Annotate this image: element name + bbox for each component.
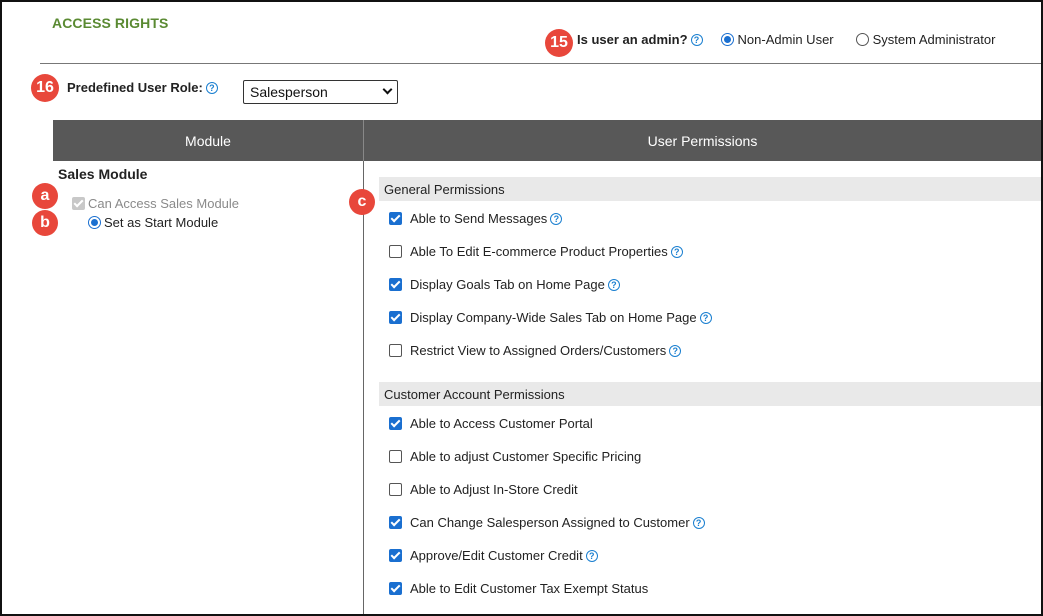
admin-question-label: Is user an admin? xyxy=(577,32,688,47)
checkbox-checked-icon[interactable] xyxy=(389,549,402,562)
group-header-general: General Permissions xyxy=(379,177,1041,201)
permission-label: Display Company-Wide Sales Tab on Home P… xyxy=(410,310,697,325)
can-access-module-checkbox[interactable]: Can Access Sales Module xyxy=(72,196,239,211)
permissions-column-header: User Permissions xyxy=(647,133,758,149)
checkbox-checked-icon[interactable] xyxy=(389,311,402,324)
help-icon[interactable]: ? xyxy=(550,212,563,225)
module-name: Sales Module xyxy=(58,166,148,182)
permission-row[interactable]: Approve/Edit Customer Credit ? xyxy=(389,548,598,563)
help-icon[interactable]: ? xyxy=(699,311,712,324)
role-select-value: Salesperson xyxy=(250,84,328,100)
permission-row[interactable]: Able to Send Messages ? xyxy=(389,211,563,226)
help-icon[interactable]: ? xyxy=(690,33,703,46)
permission-label: Approve/Edit Customer Credit xyxy=(410,548,583,563)
checkbox-checked-icon[interactable] xyxy=(389,516,402,529)
start-module-label: Set as Start Module xyxy=(104,215,219,230)
radio-selected-icon[interactable] xyxy=(720,33,734,46)
permission-label: Display Goals Tab on Home Page xyxy=(410,277,605,292)
help-icon[interactable]: ? xyxy=(692,516,705,529)
system-admin-radio[interactable]: System Administrator xyxy=(855,32,996,47)
non-admin-radio[interactable]: Non-Admin User xyxy=(720,32,834,47)
permission-label: Able to Send Messages xyxy=(410,211,548,226)
callout-badge-b: b xyxy=(32,210,58,236)
checkbox-checked-icon[interactable] xyxy=(389,582,402,595)
permission-row[interactable]: Restrict View to Assigned Orders/Custome… xyxy=(389,343,682,358)
permission-label: Able to adjust Customer Specific Pricing xyxy=(410,449,642,464)
permission-label: Restrict View to Assigned Orders/Custome… xyxy=(410,343,667,358)
permission-label: Able To Edit E-commerce Product Properti… xyxy=(410,244,668,259)
help-icon[interactable]: ? xyxy=(670,245,683,258)
module-column-header: Module xyxy=(185,133,231,149)
permission-label: Able to Access Customer Portal xyxy=(410,416,593,431)
callout-badge-15: 15 xyxy=(545,29,573,57)
permission-row[interactable]: Display Company-Wide Sales Tab on Home P… xyxy=(389,310,712,325)
chevron-down-icon xyxy=(382,84,393,95)
permission-row[interactable]: Able to Edit Customer Tax Exempt Status xyxy=(389,581,648,596)
permission-label: Able to Adjust In-Store Credit xyxy=(410,482,578,497)
help-icon[interactable]: ? xyxy=(205,82,218,94)
callout-badge-16: 16 xyxy=(31,74,59,102)
checkbox-unchecked-icon[interactable] xyxy=(389,344,402,357)
role-label: Predefined User Role:? xyxy=(67,80,218,95)
group-header-customer-account: Customer Account Permissions xyxy=(379,382,1041,406)
start-module-radio[interactable]: Set as Start Module xyxy=(88,215,218,230)
checkbox-checked-icon[interactable] xyxy=(389,278,402,291)
permission-row[interactable]: Able to adjust Customer Specific Pricing xyxy=(389,449,641,464)
checkbox-unchecked-icon[interactable] xyxy=(389,483,402,496)
system-admin-label: System Administrator xyxy=(872,32,996,47)
help-icon[interactable]: ? xyxy=(585,549,598,562)
section-divider xyxy=(40,63,1041,64)
help-icon[interactable]: ? xyxy=(607,278,620,291)
permission-row[interactable]: Able To Edit E-commerce Product Properti… xyxy=(389,244,683,259)
admin-question-row: Is user an admin? ? Non-Admin User Syste… xyxy=(577,32,995,47)
non-admin-label: Non-Admin User xyxy=(737,32,834,47)
table-header: Module User Permissions xyxy=(53,120,1041,161)
can-access-module-label: Can Access Sales Module xyxy=(88,196,240,211)
callout-badge-a: a xyxy=(32,183,58,209)
column-divider xyxy=(363,161,364,614)
help-icon[interactable]: ? xyxy=(669,344,682,357)
permission-row[interactable]: Able to Adjust In-Store Credit xyxy=(389,482,578,497)
checkbox-checked-icon[interactable] xyxy=(389,417,402,430)
permission-label: Can Change Salesperson Assigned to Custo… xyxy=(410,515,690,530)
checkbox-disabled-icon[interactable] xyxy=(72,197,85,210)
role-select[interactable]: Salesperson xyxy=(243,80,398,104)
radio-unselected-icon[interactable] xyxy=(855,33,869,46)
permission-row[interactable]: Display Goals Tab on Home Page ? xyxy=(389,277,620,292)
section-title: ACCESS RIGHTS xyxy=(52,15,169,31)
role-label-text: Predefined User Role: xyxy=(67,80,203,95)
callout-badge-c: c xyxy=(349,189,375,215)
radio-selected-icon[interactable] xyxy=(88,216,101,229)
checkbox-checked-icon[interactable] xyxy=(389,212,402,225)
checkbox-unchecked-icon[interactable] xyxy=(389,450,402,463)
permission-label: Able to Edit Customer Tax Exempt Status xyxy=(410,581,649,596)
access-rights-panel: ACCESS RIGHTS 15 Is user an admin? ? Non… xyxy=(0,0,1043,616)
permission-row[interactable]: Can Change Salesperson Assigned to Custo… xyxy=(389,515,705,530)
checkbox-unchecked-icon[interactable] xyxy=(389,245,402,258)
permission-row[interactable]: Able to Access Customer Portal xyxy=(389,416,593,431)
